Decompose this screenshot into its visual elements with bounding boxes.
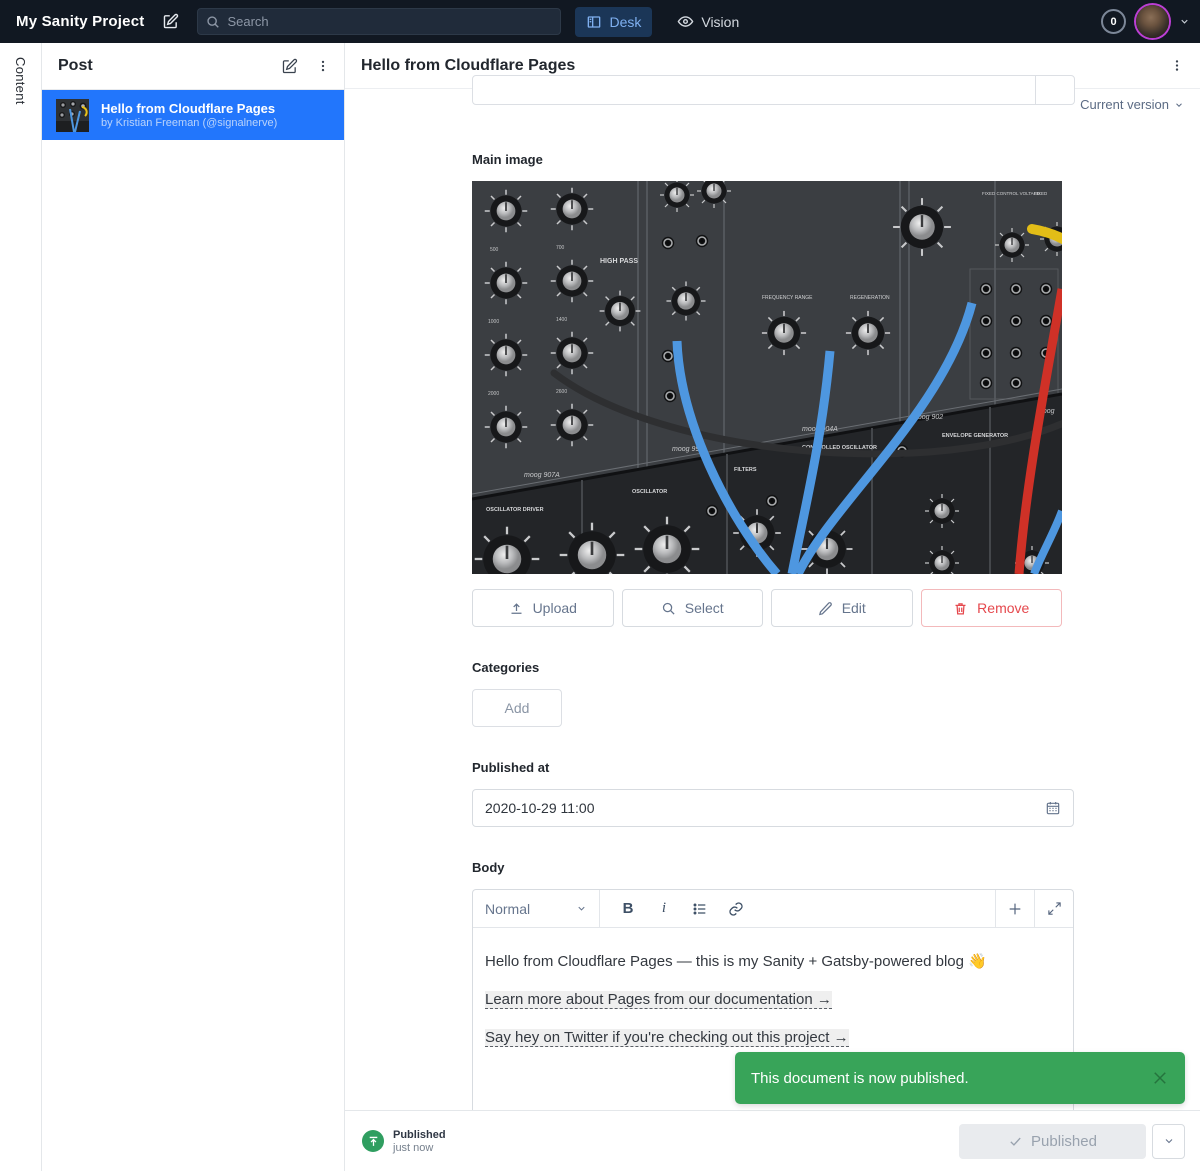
bold-button[interactable]: B <box>612 894 644 924</box>
document-form: Main image <box>345 122 1200 1110</box>
compose-icon <box>162 13 179 30</box>
search-input[interactable] <box>227 14 552 29</box>
body-link-twitter[interactable]: Say hey on Twitter if you're checking ou… <box>485 1029 849 1047</box>
svg-text:FIXED: FIXED <box>1034 191 1048 196</box>
upload-button[interactable]: Upload <box>472 589 614 627</box>
slug-field-partial[interactable] <box>472 75 1075 105</box>
top-navbar: My Sanity Project Desk Vision 0 <box>0 0 1200 43</box>
field-label-categories: Categories <box>472 660 1074 675</box>
document-pane: Hello from Cloudflare Pages Current vers… <box>345 43 1200 1171</box>
svg-text:moog 907A: moog 907A <box>524 472 560 479</box>
avatar[interactable] <box>1136 5 1169 38</box>
status-title: Published <box>393 1129 446 1141</box>
remove-button[interactable]: Remove <box>921 589 1063 627</box>
svg-text:FIXED CONTROL VOLTAGE: FIXED CONTROL VOLTAGE <box>982 191 1040 196</box>
svg-text:1000: 1000 <box>488 319 499 325</box>
svg-text:ENVELOPE GENERATOR: ENVELOPE GENERATOR <box>942 433 1008 439</box>
published-at-field <box>472 789 1074 827</box>
chevron-down-icon <box>1163 1135 1175 1147</box>
field-label-published-at: Published at <box>472 760 1074 775</box>
tab-vision[interactable]: Vision <box>666 7 750 37</box>
svg-text:2600: 2600 <box>556 389 567 395</box>
chevron-down-icon[interactable] <box>1179 16 1190 27</box>
pencil-icon <box>818 601 833 616</box>
svg-text:OSCILLATOR DRIVER: OSCILLATOR DRIVER <box>486 507 544 513</box>
italic-button[interactable]: i <box>648 894 680 924</box>
version-selector[interactable]: Current version <box>1080 97 1184 112</box>
publish-icon <box>362 1130 384 1152</box>
link-icon <box>728 901 744 917</box>
fullscreen-button[interactable] <box>1034 890 1073 927</box>
search-bar[interactable] <box>197 8 561 35</box>
edit-button[interactable]: Edit <box>771 589 913 627</box>
list-icon <box>692 901 708 917</box>
upload-icon <box>509 601 524 616</box>
version-row: Current version <box>345 89 1200 122</box>
post-list-pane: Post <box>42 43 345 1171</box>
check-icon <box>1008 1134 1023 1149</box>
more-vert-icon[interactable] <box>316 58 330 74</box>
svg-text:500: 500 <box>490 247 499 253</box>
main-image-photo[interactable]: HIGH PASS 500 700 1000 1400 2000 2600 FREQU… <box>472 181 1062 574</box>
toast-notification: This document is now published. <box>735 1052 1185 1104</box>
eye-icon <box>677 13 694 30</box>
published-at-input[interactable] <box>485 800 1045 816</box>
tab-vision-label: Vision <box>701 14 739 30</box>
expand-icon <box>1047 901 1062 916</box>
toast-message: This document is now published. <box>751 1070 1151 1087</box>
trash-icon <box>953 601 968 616</box>
svg-text:REGENERATION: REGENERATION <box>850 295 890 301</box>
document-title: Hello from Cloudflare Pages <box>361 57 1170 75</box>
select-button[interactable]: Select <box>622 589 764 627</box>
search-icon <box>661 601 676 616</box>
link-button[interactable] <box>720 894 752 924</box>
field-label-body: Body <box>472 860 1074 875</box>
svg-text:HIGH PASS: HIGH PASS <box>600 258 638 265</box>
list-item-subtitle: by Kristian Freeman (@signalnerve) <box>101 117 277 130</box>
status-badge[interactable]: 0 <box>1101 9 1126 34</box>
publish-menu-button[interactable] <box>1152 1124 1185 1159</box>
status-time: just now <box>393 1142 446 1154</box>
publish-status: Published just now <box>362 1129 446 1154</box>
published-button[interactable]: Published <box>959 1124 1146 1159</box>
list-item-title: Hello from Cloudflare Pages <box>101 100 277 117</box>
desk-icon <box>586 14 602 30</box>
more-vert-icon[interactable] <box>1170 57 1184 74</box>
compose-icon[interactable] <box>281 58 298 75</box>
document-footer: Published just now Published <box>345 1110 1200 1171</box>
insert-block-button[interactable] <box>995 890 1034 927</box>
content-label: Content <box>13 57 28 1171</box>
svg-text:OSCILLATOR: OSCILLATOR <box>632 489 667 495</box>
sidebar-content-strip[interactable]: Content <box>0 43 42 1171</box>
chevron-down-icon <box>1174 100 1184 110</box>
style-select[interactable]: Normal <box>473 890 600 927</box>
pane-title: Post <box>58 57 281 75</box>
field-label-main-image: Main image <box>472 152 1074 167</box>
svg-text:700: 700 <box>556 245 565 251</box>
body-paragraph: Hello from Cloudflare Pages — this is my… <box>485 952 1061 970</box>
search-icon <box>206 15 220 29</box>
post-thumbnail <box>56 99 89 132</box>
editor-toolbar: Normal B i <box>473 890 1073 928</box>
chevron-down-icon <box>576 903 587 914</box>
svg-text:FREQUENCY RANGE: FREQUENCY RANGE <box>762 295 813 301</box>
post-list-header: Post <box>42 43 344 90</box>
plus-icon <box>1007 901 1023 917</box>
tab-desk[interactable]: Desk <box>575 7 652 37</box>
body-link-docs[interactable]: Learn more about Pages from our document… <box>485 991 832 1009</box>
project-title: My Sanity Project <box>16 13 144 30</box>
bullet-list-button[interactable] <box>684 894 716 924</box>
svg-text:FILTERS: FILTERS <box>734 467 757 473</box>
compose-button[interactable] <box>162 13 179 30</box>
svg-text:1400: 1400 <box>556 317 567 323</box>
close-icon[interactable] <box>1151 1069 1169 1087</box>
calendar-icon[interactable] <box>1045 800 1061 816</box>
list-item-post[interactable]: Hello from Cloudflare Pages by Kristian … <box>42 90 344 140</box>
add-category-button[interactable]: Add <box>472 689 562 727</box>
svg-text:2000: 2000 <box>488 391 499 397</box>
tab-desk-label: Desk <box>609 14 641 30</box>
